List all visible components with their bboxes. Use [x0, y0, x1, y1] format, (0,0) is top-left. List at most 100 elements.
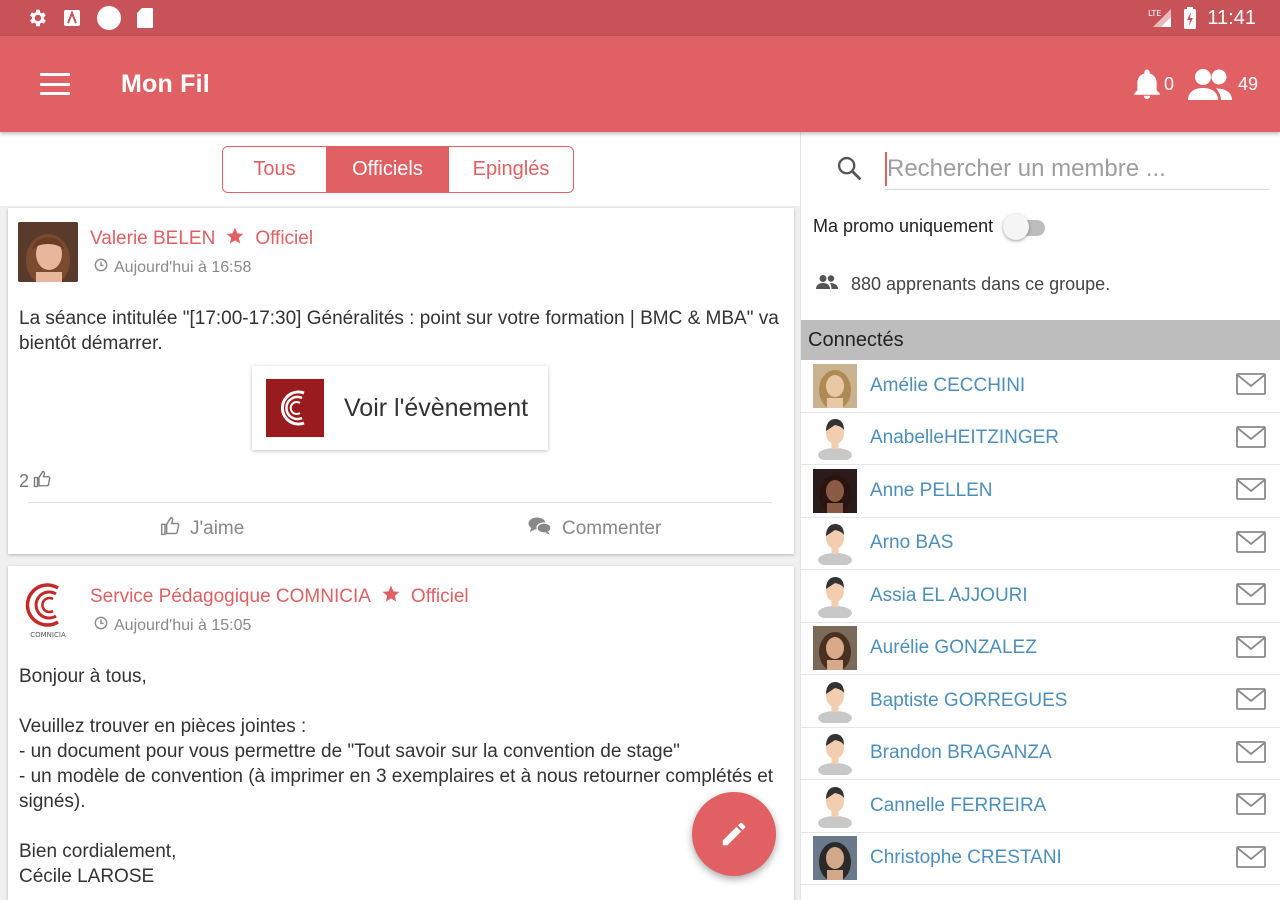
- comnicia-avatar[interactable]: COMNICIA: [18, 580, 78, 640]
- mail-icon[interactable]: [1236, 740, 1266, 768]
- list-item[interactable]: Brandon BRAGANZA: [801, 727, 1280, 780]
- members-panel: Ma promo uniquement 880 apprenants dans …: [800, 132, 1280, 900]
- member-name[interactable]: AnabelleHEITZINGER: [870, 427, 1059, 449]
- circle-notification-icon: [96, 5, 122, 31]
- menu-icon[interactable]: [40, 73, 70, 95]
- clock-icon: [94, 258, 108, 277]
- network-label: LTE: [1148, 9, 1161, 18]
- list-item[interactable]: Arno BAS: [801, 517, 1280, 570]
- post-author[interactable]: Valerie BELEN: [90, 228, 215, 250]
- post-timestamp: Aujourd'hui à 15:05: [114, 616, 252, 634]
- list-item[interactable]: Anne PELLEN: [801, 465, 1280, 518]
- member-photo: [813, 468, 857, 513]
- list-item[interactable]: Christophe CRESTANI: [801, 832, 1280, 885]
- tab-officiels[interactable]: Officiels: [326, 146, 448, 192]
- group-icon: [1187, 69, 1232, 100]
- bell-icon: [1134, 69, 1160, 99]
- member-name[interactable]: Cannelle FERREIRA: [870, 795, 1046, 817]
- likes-count: 2: [19, 470, 51, 493]
- member-name[interactable]: Arno BAS: [870, 532, 953, 554]
- members-button[interactable]: 49: [1187, 68, 1258, 100]
- comment-button[interactable]: Commenter: [528, 516, 661, 542]
- list-item[interactable]: Baptiste GORREGUES: [801, 675, 1280, 728]
- default-avatar-icon: [813, 574, 857, 618]
- tab-tous[interactable]: Tous: [223, 146, 326, 192]
- member-name[interactable]: Brandon BRAGANZA: [870, 742, 1052, 764]
- page-title: Mon Fil: [121, 69, 210, 98]
- notifications-count: 0: [1163, 73, 1174, 94]
- post-author[interactable]: Service Pédagogique COMNICIA: [90, 586, 371, 608]
- author-avatar[interactable]: [18, 222, 78, 282]
- sd-card-icon: [136, 7, 154, 29]
- mail-icon[interactable]: [1236, 530, 1266, 558]
- cell-signal-icon: LTE: [1147, 7, 1173, 29]
- comnicia-logo-text: COMNICIA: [30, 631, 66, 639]
- list-item[interactable]: Amélie CECCHINI: [801, 360, 1280, 413]
- connected-section-header: Connectés: [801, 320, 1280, 360]
- notifications-button[interactable]: 0: [1134, 69, 1174, 99]
- app-bar: Mon Fil 0 49: [0, 36, 1280, 132]
- search-input[interactable]: [885, 148, 1269, 190]
- member-name[interactable]: Assia EL AJJOURI: [870, 585, 1028, 607]
- feed-filter-tabs: Tous Officiels Epinglés: [222, 145, 574, 193]
- app-notification-icon: [62, 8, 82, 28]
- text-cursor: [885, 152, 887, 186]
- members-count: 49: [1237, 73, 1258, 94]
- official-badge: Officiel: [410, 586, 469, 607]
- mail-icon[interactable]: [1236, 845, 1266, 873]
- settings-notification-icon: [26, 7, 48, 29]
- group-count: 880 apprenants dans ce groupe.: [851, 273, 1111, 294]
- default-avatar-icon: [813, 784, 857, 828]
- default-avatar-icon: [813, 731, 857, 776]
- promo-toggle-label: Ma promo uniquement: [813, 215, 994, 236]
- list-item[interactable]: Cannelle FERREIRA: [801, 780, 1280, 833]
- comnicia-logo-icon: [266, 379, 324, 437]
- search-icon[interactable]: [835, 154, 863, 182]
- member-photo: [813, 363, 857, 408]
- like-button[interactable]: J'aime: [160, 516, 244, 542]
- mail-icon[interactable]: [1236, 583, 1266, 610]
- post-card: COMNICIA Service Pédagogique COMNICIA Of…: [8, 566, 794, 900]
- promo-filter-row: Ma promo uniquement: [801, 204, 1280, 248]
- compose-post-button[interactable]: [692, 792, 776, 876]
- member-name[interactable]: Aurélie GONZALEZ: [870, 637, 1037, 659]
- divider: [28, 502, 772, 503]
- list-item[interactable]: AnabelleHEITZINGER: [801, 412, 1280, 465]
- member-name[interactable]: Amélie CECCHINI: [870, 375, 1025, 397]
- tab-epingles[interactable]: Epinglés: [448, 146, 573, 192]
- official-star-icon: [225, 226, 245, 252]
- like-label: J'aime: [190, 518, 245, 539]
- member-name[interactable]: Christophe CRESTANI: [870, 847, 1062, 869]
- feed-column: Tous Officiels Epinglés Valerie BELEN Of…: [0, 132, 800, 900]
- pencil-icon: [722, 822, 746, 846]
- official-badge: Officiel: [255, 228, 314, 249]
- mail-icon[interactable]: [1236, 635, 1266, 663]
- promo-toggle[interactable]: [1003, 214, 1047, 240]
- member-name[interactable]: Baptiste GORREGUES: [870, 690, 1067, 712]
- mail-icon[interactable]: [1236, 425, 1266, 453]
- comment-label: Commenter: [562, 518, 662, 539]
- list-item[interactable]: Assia EL AJJOURI: [801, 570, 1280, 623]
- view-event-label: Voir l'évènement: [344, 393, 529, 422]
- comments-icon: [528, 516, 552, 542]
- member-name[interactable]: Anne PELLEN: [870, 480, 993, 502]
- list-item[interactable]: Aurélie GONZALEZ: [801, 622, 1280, 675]
- view-event-button[interactable]: Voir l'évènement: [252, 366, 548, 450]
- mail-icon[interactable]: [1236, 688, 1266, 715]
- mail-icon[interactable]: [1236, 478, 1266, 505]
- member-photo: [813, 626, 857, 671]
- mail-icon[interactable]: [1236, 373, 1266, 400]
- battery-charging-icon: [1183, 7, 1197, 29]
- official-star-icon: [381, 584, 401, 610]
- default-avatar-icon: [813, 521, 857, 566]
- clock-icon: [94, 616, 108, 635]
- post-timestamp: Aujourd'hui à 16:58: [114, 258, 252, 276]
- member-photo: [813, 836, 857, 881]
- group-count-row: 880 apprenants dans ce groupe.: [801, 248, 1280, 320]
- member-search: [801, 132, 1280, 204]
- default-avatar-icon: [813, 416, 857, 461]
- status-time: 11:41: [1207, 6, 1256, 29]
- post-card: Valerie BELEN Officiel Aujourd'hui à 16:…: [8, 208, 794, 554]
- mail-icon[interactable]: [1236, 793, 1266, 820]
- people-icon: [815, 274, 839, 295]
